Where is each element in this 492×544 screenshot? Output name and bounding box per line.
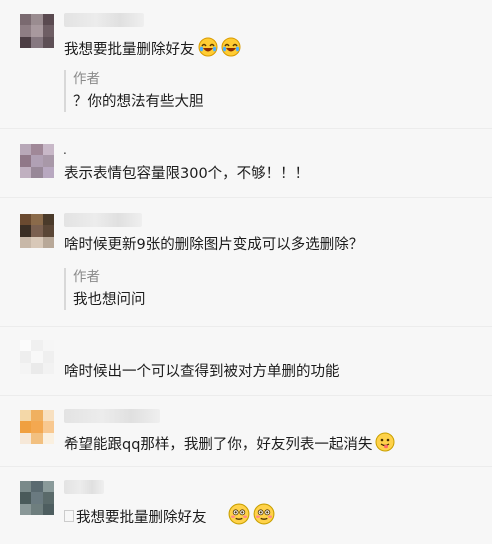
nickname-blurred: [64, 480, 104, 494]
author-reply: 作者 我也想问问: [64, 268, 146, 310]
reply-author: 作者: [73, 71, 100, 87]
divider: [0, 128, 492, 129]
avatar[interactable]: [20, 410, 54, 444]
comment-text: 啥时候出一个可以查得到被对方单删的功能: [64, 364, 340, 380]
avatar[interactable]: [20, 14, 54, 48]
comment-text: 希望能跟qq那样，我删了你，好友列表一起消失: [64, 432, 395, 458]
nickname-blurred: [64, 13, 144, 27]
comment-text: 我想要批量删除好友: [64, 503, 275, 531]
divider: [0, 326, 492, 327]
comment-text: 啥时候更新9张的删除图片变成可以多选删除？: [64, 237, 364, 253]
comment-text-content: 我想要批量删除好友: [64, 42, 195, 58]
avatar[interactable]: [20, 214, 54, 248]
nickname-blurred: [64, 409, 160, 423]
reply-text: ？你的想法有些大胆: [73, 94, 204, 110]
comment-text: 表示表情包容量限300个，不够！！！: [64, 166, 310, 182]
reply-text: 我也想问问: [73, 292, 146, 308]
comment-text: 我想要批量删除好友: [64, 37, 241, 63]
unknown-glyph-icon: [64, 510, 74, 522]
comment-text-content: 我想要批量删除好友: [76, 510, 207, 526]
avatar[interactable]: [20, 144, 54, 178]
avatar[interactable]: [20, 481, 54, 515]
divider: [0, 197, 492, 198]
divider: [0, 466, 492, 467]
comment-text-content: 希望能跟qq那样，我删了你，好友列表一起消失: [64, 437, 373, 453]
divider: [0, 395, 492, 396]
nickname-blurred: [64, 213, 142, 227]
nickname: .: [63, 143, 67, 157]
laugh-cry-emoji-icon: [221, 37, 241, 63]
avatar[interactable]: [20, 340, 54, 374]
author-reply: 作者 ？你的想法有些大胆: [64, 70, 204, 112]
tongue-emoji-icon: [375, 432, 395, 458]
reply-author: 作者: [73, 269, 100, 285]
blush-emoji-icon: [228, 503, 250, 531]
blush-emoji-icon: [253, 503, 275, 531]
laugh-cry-emoji-icon: [198, 37, 218, 63]
